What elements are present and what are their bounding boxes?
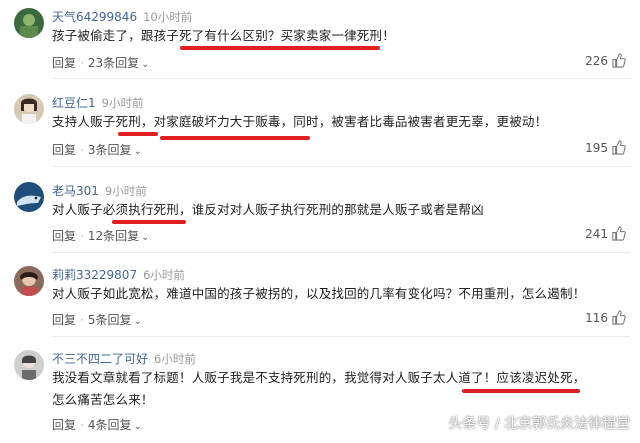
highlight-underline — [180, 46, 380, 50]
replies-toggle[interactable]: 12条回复 ⌄ — [88, 229, 150, 243]
reply-button[interactable]: 回复 — [52, 418, 76, 432]
timestamp: 6小时前 — [154, 352, 196, 366]
separator: · — [80, 418, 84, 432]
like-count: 226 — [585, 53, 608, 68]
comment-actions: 回复 · 5条回复 ⌄ — [52, 311, 142, 328]
chevron-down-icon[interactable]: ⌄ — [141, 232, 149, 243]
username-text[interactable]: 老马301 — [52, 184, 99, 198]
like-button[interactable]: 241 — [585, 226, 626, 241]
comment-actions: 回复 · 12条回复 ⌄ — [52, 227, 150, 244]
thumbs-up-icon[interactable] — [611, 226, 626, 241]
separator: · — [80, 56, 84, 70]
thumbs-up-icon[interactable] — [611, 53, 626, 68]
avatar[interactable] — [14, 94, 44, 124]
reply-button[interactable]: 回复 — [52, 229, 76, 243]
like-button[interactable]: 116 — [585, 310, 626, 325]
highlight-underline — [118, 132, 158, 136]
comment-actions: 回复 · 23条回复 ⌄ — [52, 54, 150, 71]
replies-toggle[interactable]: 4条回复 ⌄ — [88, 418, 142, 432]
like-button[interactable]: 226 — [585, 53, 626, 68]
timestamp: 6小时前 — [143, 268, 185, 282]
avatar[interactable] — [14, 8, 44, 38]
username-text[interactable]: 天气64299846 — [52, 10, 137, 24]
divider — [52, 336, 630, 337]
watermark: 头条号 / 北京郭氏炎法律程堂 — [448, 416, 630, 432]
chevron-down-icon[interactable]: ⌄ — [133, 316, 141, 327]
username[interactable]: 莉莉33229807 6小时前 — [52, 266, 185, 283]
avatar[interactable] — [14, 350, 44, 380]
highlight-underline — [112, 220, 186, 224]
thumbs-up-icon[interactable] — [611, 310, 626, 325]
comment-actions: 回复 · 4条回复 ⌄ — [52, 416, 142, 433]
chevron-down-icon[interactable]: ⌄ — [133, 146, 141, 157]
timestamp: 9小时前 — [101, 96, 144, 110]
like-count: 241 — [585, 226, 608, 241]
username[interactable]: 老马301 9小时前 — [52, 182, 147, 199]
comment-text: 对人贩子如此宽松，难道中国的孩子被拐的，以及找回的几率有变化吗？不用重刑，怎么遏… — [52, 286, 586, 301]
replies-toggle[interactable]: 5条回复 ⌄ — [88, 313, 142, 327]
divider — [52, 166, 630, 167]
like-count: 116 — [585, 310, 608, 325]
highlight-underline — [462, 389, 580, 393]
timestamp: 10小时前 — [143, 10, 193, 24]
separator: · — [80, 143, 84, 157]
avatar[interactable] — [14, 266, 44, 296]
replies-count[interactable]: 5条回复 — [88, 313, 132, 327]
replies-toggle[interactable]: 23条回复 ⌄ — [88, 56, 150, 70]
username[interactable]: 不三不四二了可好 6小时前 — [52, 350, 196, 367]
separator: · — [80, 229, 84, 243]
timestamp: 9小时前 — [104, 184, 147, 198]
thumbs-up-icon[interactable] — [611, 140, 626, 155]
replies-count[interactable]: 12条回复 — [88, 229, 139, 243]
reply-button[interactable]: 回复 — [52, 56, 76, 70]
like-count: 195 — [585, 140, 608, 155]
reply-button[interactable]: 回复 — [52, 143, 76, 157]
username[interactable]: 天气64299846 10小时前 — [52, 8, 192, 25]
username[interactable]: 红豆仁1 9小时前 — [52, 94, 143, 111]
chevron-down-icon[interactable]: ⌄ — [141, 59, 149, 70]
divider — [52, 78, 630, 79]
chevron-down-icon[interactable]: ⌄ — [133, 421, 141, 432]
replies-count[interactable]: 23条回复 — [88, 56, 139, 70]
comment-actions: 回复 · 3条回复 ⌄ — [52, 141, 142, 158]
separator: · — [80, 313, 84, 327]
username-text[interactable]: 红豆仁1 — [52, 96, 96, 110]
highlight-underline — [160, 136, 310, 140]
replies-toggle[interactable]: 3条回复 ⌄ — [88, 143, 142, 157]
comment-text: 支持人贩子死刑，对家庭破坏力大于贩毒，同时，被害者比毒品被害者更无辜，更被动！ — [52, 114, 548, 129]
avatar[interactable] — [14, 182, 44, 212]
comment-text: 对人贩子必须执行死刑，谁反对对人贩子执行死刑的那就是人贩子或者是帮凶 — [52, 202, 484, 217]
username-text[interactable]: 莉莉33229807 — [52, 268, 137, 282]
replies-count[interactable]: 4条回复 — [88, 418, 132, 432]
like-button[interactable]: 195 — [585, 140, 626, 155]
divider — [52, 252, 630, 253]
username-text[interactable]: 不三不四二了可好 — [52, 352, 148, 366]
replies-count[interactable]: 3条回复 — [88, 143, 132, 157]
comment-text: 孩子被偷走了，跟孩子死了有什么区别？买家卖家一律死刑！ — [52, 28, 395, 43]
reply-button[interactable]: 回复 — [52, 313, 76, 327]
